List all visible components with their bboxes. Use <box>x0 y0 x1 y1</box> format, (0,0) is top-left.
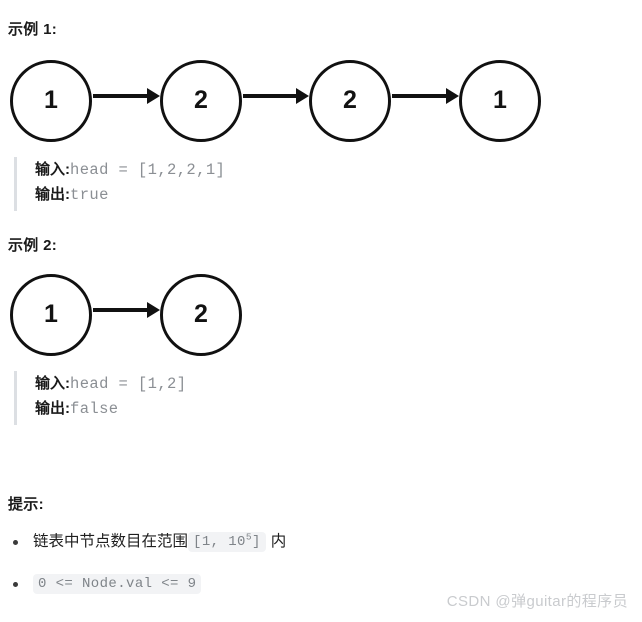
example-1-io-block: 输入:head = [1,2,2,1] 输出:true <box>14 157 225 211</box>
example-1-heading: 示例 1: <box>8 21 58 38</box>
example-2-output-line: 输出:false <box>35 396 186 421</box>
linked-list-node: 1 <box>459 60 541 142</box>
problem-description-page: 示例 1: 1 2 2 1 输入:head = [1,2,2,1] 输出:tru… <box>0 0 642 622</box>
node-value: 2 <box>194 300 208 328</box>
node-value: 1 <box>44 300 58 328</box>
linked-list-node: 2 <box>309 60 391 142</box>
input-label: 输入: <box>35 375 70 392</box>
hints-heading: 提示: <box>8 496 44 513</box>
example-2-input-line: 输入:head = [1,2] <box>35 371 186 396</box>
example-1-input-line: 输入:head = [1,2,2,1] <box>35 157 225 182</box>
output-value: false <box>70 400 119 418</box>
list-item: 链表中节点数目在范围 [1, 105] 内 <box>0 528 642 570</box>
node-value: 1 <box>44 86 58 114</box>
node-value: 2 <box>343 86 357 114</box>
node-value: 2 <box>194 86 208 114</box>
hint-code-badge: [1, 105] <box>188 532 266 553</box>
hint-code-badge: 0 <= Node.val <= 9 <box>33 574 202 595</box>
output-value: true <box>70 186 109 204</box>
linked-list-node: 1 <box>10 274 92 356</box>
input-value: head = [1,2] <box>70 375 187 393</box>
csdn-watermark: CSDN @弹guitar的程序员 <box>446 593 628 610</box>
hint-suffix-text: 内 <box>270 533 287 551</box>
linked-list-node: 2 <box>160 274 242 356</box>
linked-list-node: 2 <box>160 60 242 142</box>
arrow-icon <box>93 300 160 320</box>
linked-list-diagram-example-1: 1 2 2 1 <box>0 55 642 147</box>
node-value: 1 <box>493 86 507 114</box>
bullet-icon <box>13 540 18 545</box>
example-1-output-line: 输出:true <box>35 182 225 207</box>
arrow-icon <box>243 86 309 106</box>
input-label: 输入: <box>35 161 70 178</box>
example-2-io-block: 输入:head = [1,2] 输出:false <box>14 371 186 425</box>
hint-text: 链表中节点数目在范围 <box>33 533 189 551</box>
output-label: 输出: <box>35 400 70 417</box>
bullet-icon <box>13 582 18 587</box>
code-range-end: ] <box>251 534 261 551</box>
arrow-icon <box>392 86 459 106</box>
arrow-icon <box>93 86 160 106</box>
input-value: head = [1,2,2,1] <box>70 161 226 179</box>
output-label: 输出: <box>35 186 70 203</box>
example-2-heading: 示例 2: <box>8 237 58 254</box>
code-range-start: [1, 10 <box>193 534 246 551</box>
linked-list-diagram-example-2: 1 2 <box>0 269 642 361</box>
linked-list-node: 1 <box>10 60 92 142</box>
